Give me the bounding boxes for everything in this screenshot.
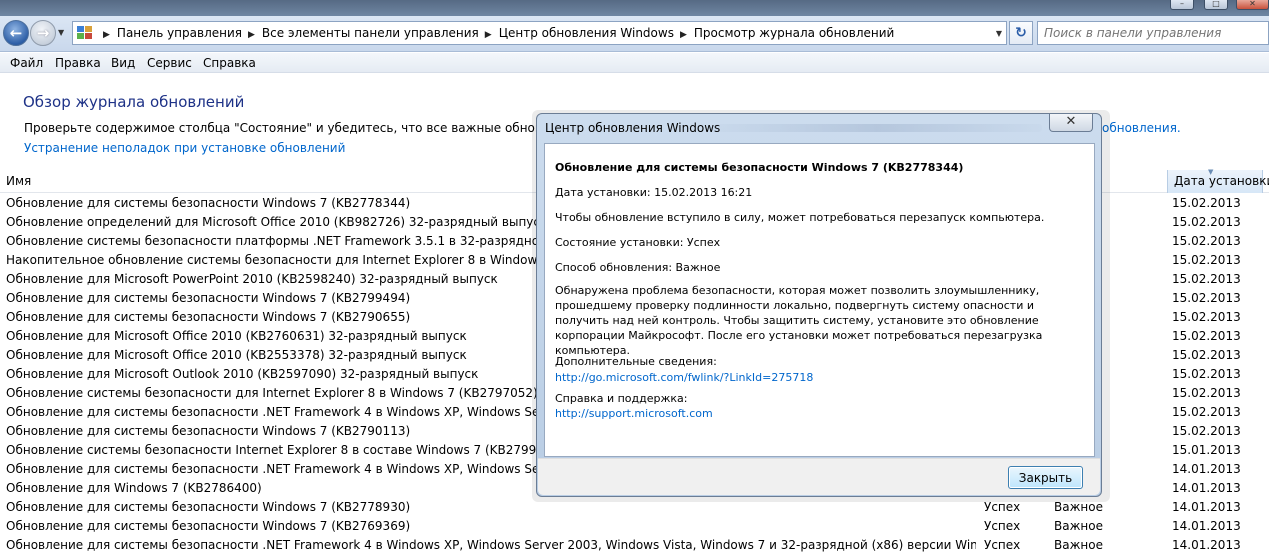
close-button[interactable]: Закрыть: [1008, 466, 1083, 489]
window-titlebar: – □ ✕: [0, 0, 1269, 16]
menu-tools[interactable]: Сервис: [147, 56, 192, 70]
dialog-title: Центр обновления Windows: [545, 121, 721, 135]
row-date: 14.01.2013: [1172, 481, 1241, 495]
row-type: Важное: [1054, 538, 1103, 552]
search-box[interactable]: [1037, 21, 1269, 45]
row-date: 15.01.2013: [1172, 443, 1241, 457]
back-button[interactable]: ←: [3, 20, 29, 46]
row-date: 15.02.2013: [1172, 291, 1241, 305]
install-status: Состояние установки: Успех: [555, 236, 721, 249]
breadcrumb: ▶ Панель управления ▶ Все элементы панели у…: [97, 26, 894, 40]
more-info-link[interactable]: http://go.microsoft.com/fwlink/?LinkId=2…: [555, 371, 813, 384]
update-name: Обновление для системы безопасности Wind…: [555, 161, 964, 174]
menu-edit[interactable]: Правка: [55, 56, 101, 70]
row-date: 15.02.2013: [1172, 253, 1241, 267]
row-date: 15.02.2013: [1172, 386, 1241, 400]
page-title: Обзор журнала обновлений: [23, 93, 245, 111]
support-link[interactable]: http://support.microsoft.com: [555, 407, 713, 420]
row-date: 14.01.2013: [1172, 538, 1241, 552]
address-bar[interactable]: ▶ Панель управления ▶ Все элементы панели у…: [72, 21, 1007, 45]
row-date: 15.02.2013: [1172, 348, 1241, 362]
row-date: 14.01.2013: [1172, 519, 1241, 533]
row-date: 14.01.2013: [1172, 462, 1241, 476]
row-name: Обновление для системы безопасности .NET…: [6, 538, 976, 552]
row-date: 14.01.2013: [1172, 500, 1241, 514]
forward-button[interactable]: →: [30, 20, 56, 46]
update-details-dialog: Центр обновления Windows ✕ Обновление дл…: [536, 113, 1102, 497]
table-row[interactable]: Обновление для системы безопасности Wind…: [0, 517, 1269, 536]
row-date: 15.02.2013: [1172, 215, 1241, 229]
breadcrumb-item-windows-update[interactable]: Центр обновления Windows: [499, 26, 674, 40]
support-label: Справка и поддержка:: [555, 392, 688, 405]
row-type: Важное: [1054, 519, 1103, 533]
navigation-bar: ← → ▼ ▶ Панель управления ▶ Все элементы па…: [0, 16, 1269, 52]
row-name: Обновление для системы безопасности Wind…: [6, 519, 411, 533]
arrow-left-icon: ←: [9, 24, 23, 42]
sort-descending-icon: ▼: [1208, 168, 1214, 176]
row-date: 15.02.2013: [1172, 196, 1241, 210]
breadcrumb-separator-icon[interactable]: ▶: [680, 30, 687, 40]
maximize-button[interactable]: □: [1204, 0, 1228, 10]
refresh-button[interactable]: ↻: [1009, 21, 1033, 45]
refresh-icon: ↻: [1015, 25, 1027, 41]
restart-note: Чтобы обновление вступило в силу, может …: [555, 211, 1045, 224]
update-history-window: – □ ✕ ← → ▼ ▶ Панель управления ▶ Все элеме…: [0, 0, 1269, 557]
close-window-button[interactable]: ✕: [1236, 0, 1269, 10]
column-install-date[interactable]: Дата установки: [1167, 170, 1269, 193]
maximize-icon: □: [1212, 0, 1220, 8]
dialog-close-button[interactable]: ✕: [1049, 114, 1093, 132]
column-name[interactable]: Имя: [0, 170, 200, 193]
row-status: Успех: [984, 538, 1021, 552]
breadcrumb-item-update-history[interactable]: Просмотр журнала обновлений: [694, 26, 894, 40]
table-row[interactable]: Обновление для системы безопасности .NET…: [0, 536, 1269, 555]
arrow-right-icon: →: [36, 24, 50, 42]
dialog-title-glare: [712, 124, 1042, 132]
row-date: 15.02.2013: [1172, 310, 1241, 324]
recent-pages-dropdown[interactable]: ▼: [58, 28, 64, 37]
more-info-label: Дополнительные сведения:: [555, 355, 717, 368]
important-updates-link[interactable]: обновления.: [1102, 121, 1181, 135]
close-icon: ✕: [1249, 0, 1256, 8]
search-input[interactable]: [1044, 25, 1254, 41]
row-date: 15.02.2013: [1172, 367, 1241, 381]
row-date: 15.02.2013: [1172, 329, 1241, 343]
row-date: 15.02.2013: [1172, 272, 1241, 286]
breadcrumb-item-control-panel[interactable]: Панель управления: [117, 26, 242, 40]
address-history-dropdown-icon[interactable]: ▼: [996, 29, 1002, 38]
row-date: 15.02.2013: [1172, 424, 1241, 438]
minimize-button[interactable]: –: [1170, 0, 1194, 10]
troubleshoot-link[interactable]: Устранение неполадок при установке обнов…: [24, 141, 345, 155]
menu-view[interactable]: Вид: [111, 56, 135, 70]
page-description: Проверьте содержимое столбца "Состояние"…: [24, 121, 613, 135]
update-method: Способ обновления: Важное: [555, 261, 721, 274]
menu-bar: Файл Правка Вид Сервис Справка: [0, 53, 1269, 73]
row-date: 15.02.2013: [1172, 234, 1241, 248]
breadcrumb-item-all-items[interactable]: Все элементы панели управления: [262, 26, 479, 40]
update-description: Обнаружена проблема безопасности, котора…: [555, 284, 1043, 357]
dialog-content: Обновление для системы безопасности Wind…: [544, 143, 1095, 457]
dialog-footer: Закрыть: [538, 458, 1100, 495]
minimize-icon: –: [1180, 0, 1184, 8]
breadcrumb-separator-icon[interactable]: ▶: [103, 30, 110, 40]
row-date: 15.02.2013: [1172, 405, 1241, 419]
row-status: Успех: [984, 519, 1021, 533]
control-panel-icon: [77, 26, 93, 40]
close-icon: ✕: [1065, 114, 1077, 129]
menu-help[interactable]: Справка: [203, 56, 256, 70]
install-date: Дата установки: 15.02.2013 16:21: [555, 186, 753, 199]
breadcrumb-separator-icon[interactable]: ▶: [485, 30, 492, 40]
menu-file[interactable]: Файл: [10, 56, 43, 70]
breadcrumb-separator-icon[interactable]: ▶: [248, 30, 255, 40]
